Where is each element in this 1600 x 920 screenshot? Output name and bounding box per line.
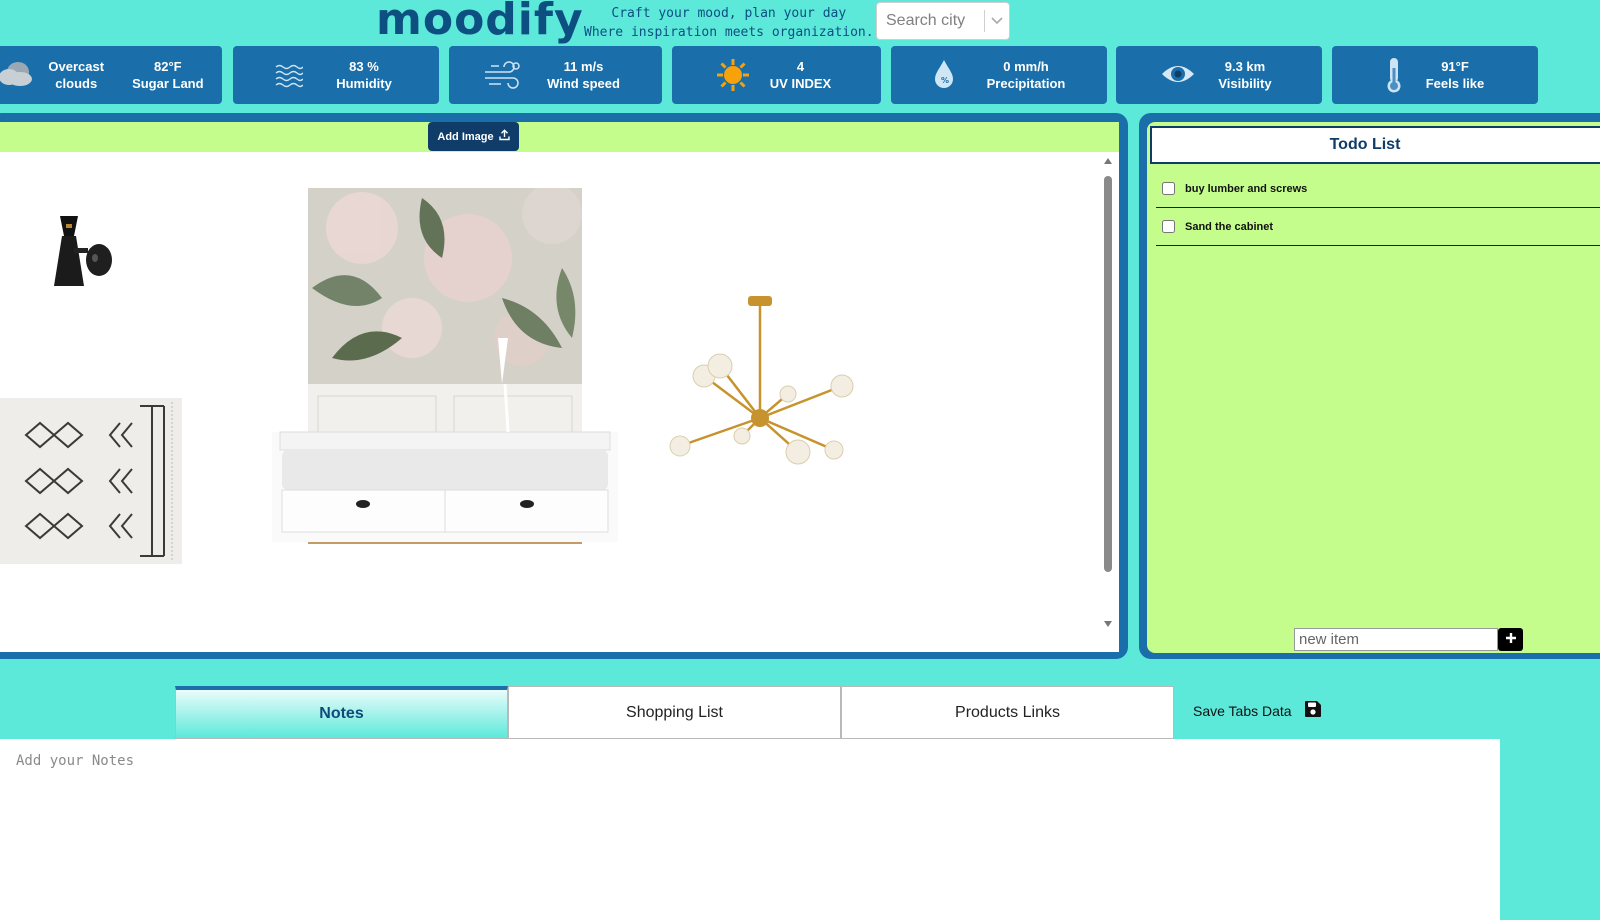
save-tabs-label: Save Tabs Data	[1193, 702, 1292, 719]
visibility-card: 9.3 km Visibility	[1116, 46, 1322, 104]
add-todo-button[interactable]	[1498, 628, 1523, 651]
add-image-label: Add Image	[437, 130, 494, 143]
temperature-value: 82°F	[154, 59, 182, 74]
wind-value: 11 m/s	[563, 59, 604, 74]
precipitation-value: 0 mm/h	[1003, 59, 1049, 74]
feels-like-value: 91°F	[1441, 59, 1469, 74]
upload-icon	[498, 129, 510, 144]
save-tabs-button[interactable]: Save Tabs Data	[1193, 700, 1322, 721]
mood-board-toolbar	[0, 122, 1119, 152]
plus-icon	[1505, 631, 1517, 649]
uv-label: UV INDEX	[769, 76, 832, 91]
humidity-waves-icon	[275, 62, 304, 92]
todo-checkbox[interactable]	[1162, 182, 1175, 195]
notes-textarea[interactable]	[0, 739, 1500, 920]
mood-board-canvas	[0, 122, 1119, 652]
chevron-down-icon[interactable]	[985, 3, 1009, 39]
raindrop-icon: %	[933, 59, 955, 93]
weather-conditions-card: Overcast clouds 82°F Sugar Land	[0, 46, 222, 104]
wind-label: Wind speed	[547, 76, 620, 91]
humidity-value: 83 %	[349, 59, 379, 74]
sun-icon	[716, 58, 750, 96]
add-image-button[interactable]: Add Image	[428, 122, 519, 151]
humidity-card: 83 % Humidity	[233, 46, 439, 104]
todo-item[interactable]: buy lumber and screws	[1156, 170, 1600, 208]
todo-checkbox[interactable]	[1162, 220, 1175, 233]
wind-card: 11 m/s Wind speed	[449, 46, 662, 104]
precipitation-label: Precipitation	[986, 76, 1066, 91]
scrollbar-thumb[interactable]	[1104, 176, 1112, 572]
wind-icon	[483, 58, 523, 96]
city-search[interactable]	[876, 2, 1010, 40]
search-city-input[interactable]	[886, 6, 984, 36]
rug-image[interactable]	[0, 398, 182, 564]
tab-notes[interactable]: Notes	[175, 686, 508, 739]
eye-icon	[1160, 62, 1196, 90]
condition-line-2: clouds	[55, 76, 98, 91]
tab-shopping-list[interactable]: Shopping List	[508, 686, 841, 739]
tagline-line-1: Craft your mood, plan your day	[611, 6, 847, 21]
todo-item[interactable]: Sand the cabinet	[1156, 208, 1600, 246]
visibility-label: Visibility	[1218, 76, 1272, 91]
uv-value: 4	[796, 59, 805, 74]
tab-products-links[interactable]: Products Links	[841, 686, 1174, 739]
tagline: Craft your mood, plan your day Where ins…	[584, 4, 874, 42]
svg-text:%: %	[941, 76, 949, 85]
tagline-line-2: Where inspiration meets organization.	[584, 25, 874, 40]
feels-like-label: Feels like	[1425, 76, 1485, 91]
todo-item-label: Sand the cabinet	[1185, 220, 1274, 233]
feels-like-card: 91°F Feels like	[1332, 46, 1538, 104]
todo-title: Todo List	[1150, 126, 1600, 164]
floppy-disk-icon	[1304, 700, 1322, 721]
brand-logo: moodify	[376, 0, 584, 45]
todo-item-label: buy lumber and screws	[1185, 182, 1308, 195]
visibility-value: 9.3 km	[1224, 59, 1266, 74]
sconce-image[interactable]	[44, 214, 116, 295]
city-name: Sugar Land	[132, 76, 204, 91]
uv-index-card: 4 UV INDEX	[672, 46, 881, 104]
thermometer-icon	[1384, 56, 1404, 98]
chandelier-image[interactable]	[664, 296, 864, 481]
cloud-icon	[0, 58, 34, 94]
new-todo-input[interactable]	[1294, 628, 1498, 651]
humidity-label: Humidity	[336, 76, 392, 91]
precipitation-card: % 0 mm/h Precipitation	[891, 46, 1107, 104]
condition-line-1: Overcast	[48, 59, 105, 74]
bedroom-daybed-image[interactable]	[272, 184, 618, 544]
